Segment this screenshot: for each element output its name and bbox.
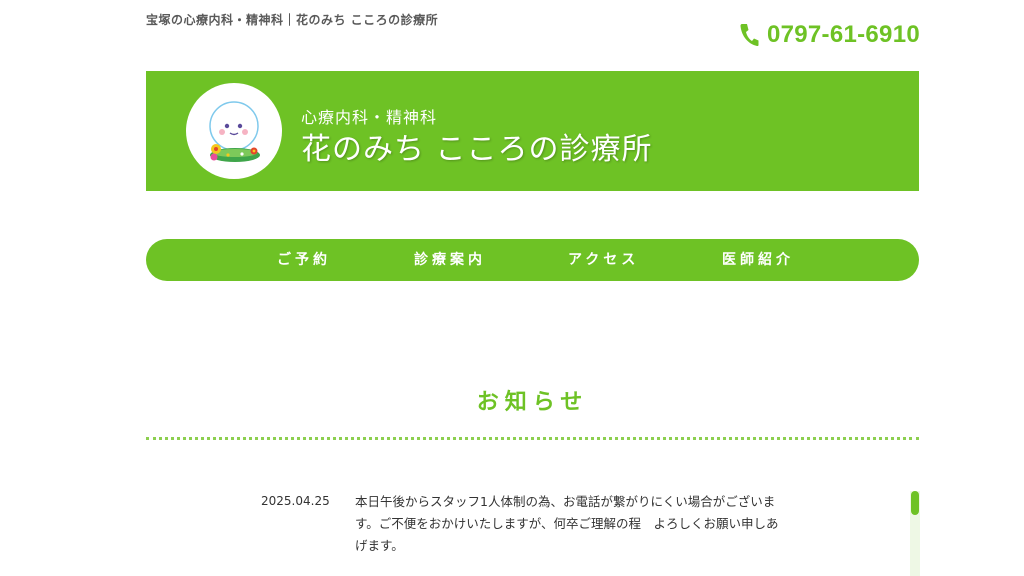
clinic-name: 花のみち こころの診療所	[301, 132, 653, 167]
phone-link[interactable]: 0797-61-6910	[739, 21, 920, 49]
header-banner: 心療内科・精神科 花のみち こころの診療所	[146, 71, 919, 191]
news-scrollbar-thumb[interactable]	[911, 491, 919, 515]
phone-number[interactable]: 0797-61-6910	[767, 21, 920, 49]
phone-icon	[740, 24, 759, 47]
clinic-logo[interactable]	[186, 83, 282, 179]
dotted-divider	[146, 437, 919, 440]
nav-item-doctor-profile[interactable]: 医師紹介	[722, 239, 794, 281]
nav-item-access[interactable]: アクセス	[568, 239, 639, 281]
news-text: 本日午後からスタッフ1人体制の為、お電話が繋がりにくい場合がございます。ご不便を…	[355, 494, 779, 553]
page: 宝塚の心療内科・精神科｜花のみち こころの診療所 0797-61-6910 心療…	[0, 0, 1024, 576]
news-date: 2025.04.25	[261, 494, 330, 508]
main-nav: ご予約 診療案内 アクセス 医師紹介	[146, 239, 919, 281]
nav-item-treatment-info[interactable]: 診療案内	[414, 239, 486, 281]
news-section-title: お知らせ	[476, 390, 589, 415]
logo-character-icon	[209, 101, 260, 162]
nav-item-reservation[interactable]: ご予約	[277, 239, 331, 281]
site-caption: 宝塚の心療内科・精神科｜花のみち こころの診療所	[146, 13, 439, 27]
